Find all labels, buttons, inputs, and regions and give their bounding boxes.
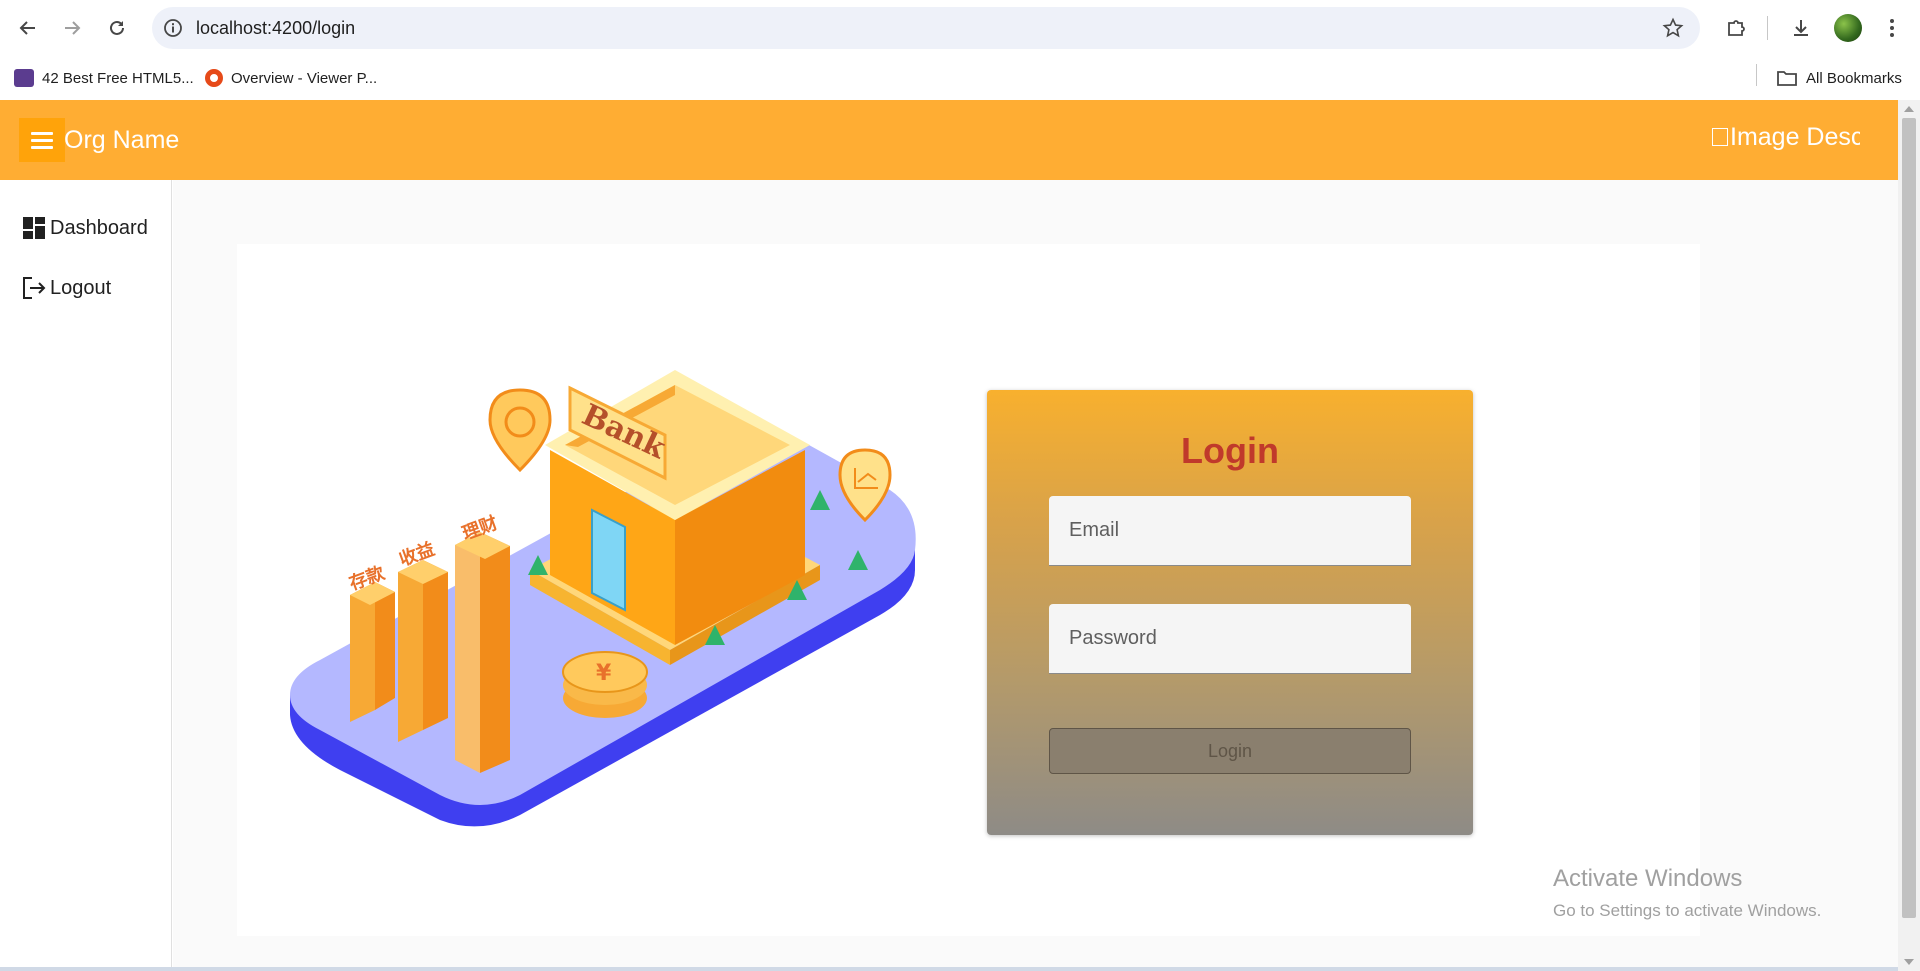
bookmark-label: 42 Best Free HTML5... [42,69,194,87]
more-vertical-icon [1890,19,1894,37]
horizontal-scrollbar[interactable] [0,967,1898,971]
logo-alt-text: Image Desc [1730,122,1860,151]
password-field[interactable] [1049,604,1411,674]
scroll-down-arrow[interactable] [1904,959,1914,965]
download-icon [1794,20,1808,36]
bar-middle [398,560,423,742]
bookmark-star-icon[interactable] [1662,17,1684,39]
bookmarks-divider [1756,64,1757,86]
all-bookmarks-button[interactable]: All Bookmarks [1776,65,1902,91]
reload-button[interactable] [101,12,133,44]
password-input[interactable] [1049,604,1411,673]
bookmark-item[interactable]: Overview - Viewer P... [205,65,377,91]
reload-icon [110,20,124,35]
folder-icon [1777,71,1797,86]
sidebar-item-label: Dashboard [50,216,148,239]
site-info-icon[interactable] [162,17,184,39]
dashboard-icon [23,217,45,239]
browser-toolbar: localhost:4200/login [0,0,1920,56]
currency-pin [488,388,552,473]
forward-button[interactable] [56,12,88,44]
scroll-thumb[interactable] [1902,118,1916,918]
url-text: localhost:4200/login [196,18,356,38]
email-field[interactable] [1049,496,1411,566]
arrow-left-icon [19,21,35,35]
login-form-card: Login Login [987,390,1473,835]
all-bookmarks-label: All Bookmarks [1806,69,1902,87]
bookmark-item[interactable]: 42 Best Free HTML5... [14,65,194,91]
watermark-title: Activate Windows [1553,865,1743,892]
bookmarks-bar: 42 Best Free HTML5... Overview - Viewer … [0,56,1920,100]
colorlib-icon [14,69,34,87]
vertical-scrollbar[interactable] [1898,100,1920,971]
coin-symbol: ¥ [596,661,612,686]
bookmark-label: Overview - Viewer P... [231,69,378,87]
menu-icon [31,131,53,135]
app-toolbar [0,100,1898,180]
bar-right [455,532,480,773]
address-bar[interactable]: localhost:4200/login [152,7,1700,49]
org-name: Org Name [64,126,180,154]
extensions-button[interactable] [1720,12,1752,44]
menu-toggle-button[interactable] [19,118,65,162]
bank-door [591,508,626,612]
sidebar-item-label: Logout [50,276,112,299]
toolbar-divider [1767,16,1768,40]
back-button[interactable] [12,12,44,44]
viewer-icon [205,69,223,87]
sidebar: Dashboard Logout [0,180,172,971]
watermark-subtitle: Go to Settings to activate Windows. [1553,901,1822,920]
bank-illustration: 存款 收益 理财 Bank ¥ [290,370,916,827]
login-button[interactable]: Login [1049,728,1411,774]
scroll-up-arrow[interactable] [1904,106,1914,112]
broken-image-icon [1712,128,1728,146]
profile-avatar[interactable] [1834,14,1862,42]
logo-image: Image Desc [1712,120,1860,154]
sidebar-item-logout[interactable]: Logout [22,268,111,308]
browser-menu-button[interactable] [1876,12,1908,44]
login-title: Login [1181,430,1279,471]
arrow-right-icon [65,21,81,35]
activate-windows-watermark: Activate Windows Go to Settings to activ… [1553,865,1821,921]
logout-icon [23,277,46,299]
sidebar-item-dashboard[interactable]: Dashboard [22,208,148,248]
puzzle-icon [1728,20,1745,36]
email-input[interactable] [1049,496,1411,565]
downloads-button[interactable] [1785,12,1817,44]
